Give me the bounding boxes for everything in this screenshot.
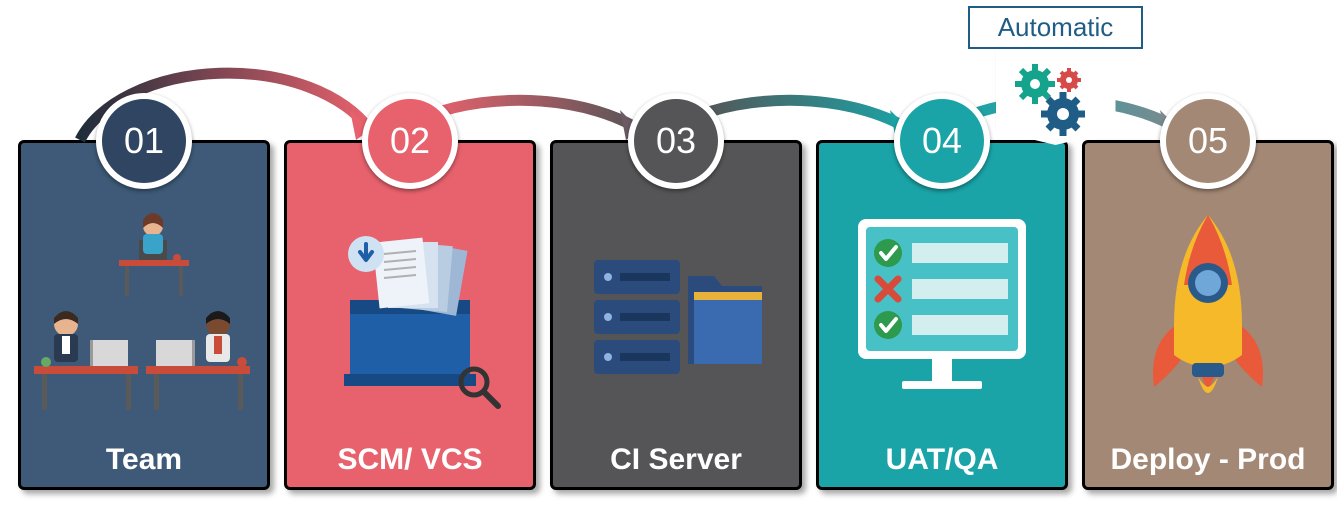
arrow-03-04 <box>700 100 910 140</box>
qa-checklist-icon <box>819 193 1065 427</box>
stage-caption: UAT/QA <box>819 443 1065 477</box>
stage-caption: CI Server <box>553 443 799 477</box>
stage-caption: Deploy - Prod <box>1085 443 1331 477</box>
stage-caption: Team <box>21 443 267 477</box>
server-icon <box>553 193 799 427</box>
automatic-gears-icon <box>996 49 1116 145</box>
stage-number: 01 <box>124 120 164 162</box>
stage-badge-03: 03 <box>628 93 724 189</box>
stage-ci-server: 03 CI Server <box>550 140 802 490</box>
stage-number: 05 <box>1188 120 1228 162</box>
automatic-tag: Automatic <box>968 6 1143 145</box>
stage-number: 03 <box>656 120 696 162</box>
rocket-icon <box>1085 193 1331 427</box>
stage-badge-05: 05 <box>1160 93 1256 189</box>
automatic-label: Automatic <box>968 6 1143 49</box>
stage-deploy-prod: 05 Deploy - Prod <box>1082 140 1334 490</box>
stage-badge-02: 02 <box>362 93 458 189</box>
stage-number: 04 <box>922 120 962 162</box>
stage-team: 01 <box>18 140 270 490</box>
stage-badge-01: 01 <box>96 93 192 189</box>
team-icon <box>21 193 267 427</box>
stage-caption: SCM/ VCS <box>287 443 533 477</box>
stage-number: 02 <box>390 120 430 162</box>
stage-scm-vcs: 02 <box>284 140 536 490</box>
arrow-02-03 <box>430 100 640 140</box>
vcs-icon <box>287 193 533 427</box>
stage-uat-qa: 04 <box>816 140 1068 490</box>
